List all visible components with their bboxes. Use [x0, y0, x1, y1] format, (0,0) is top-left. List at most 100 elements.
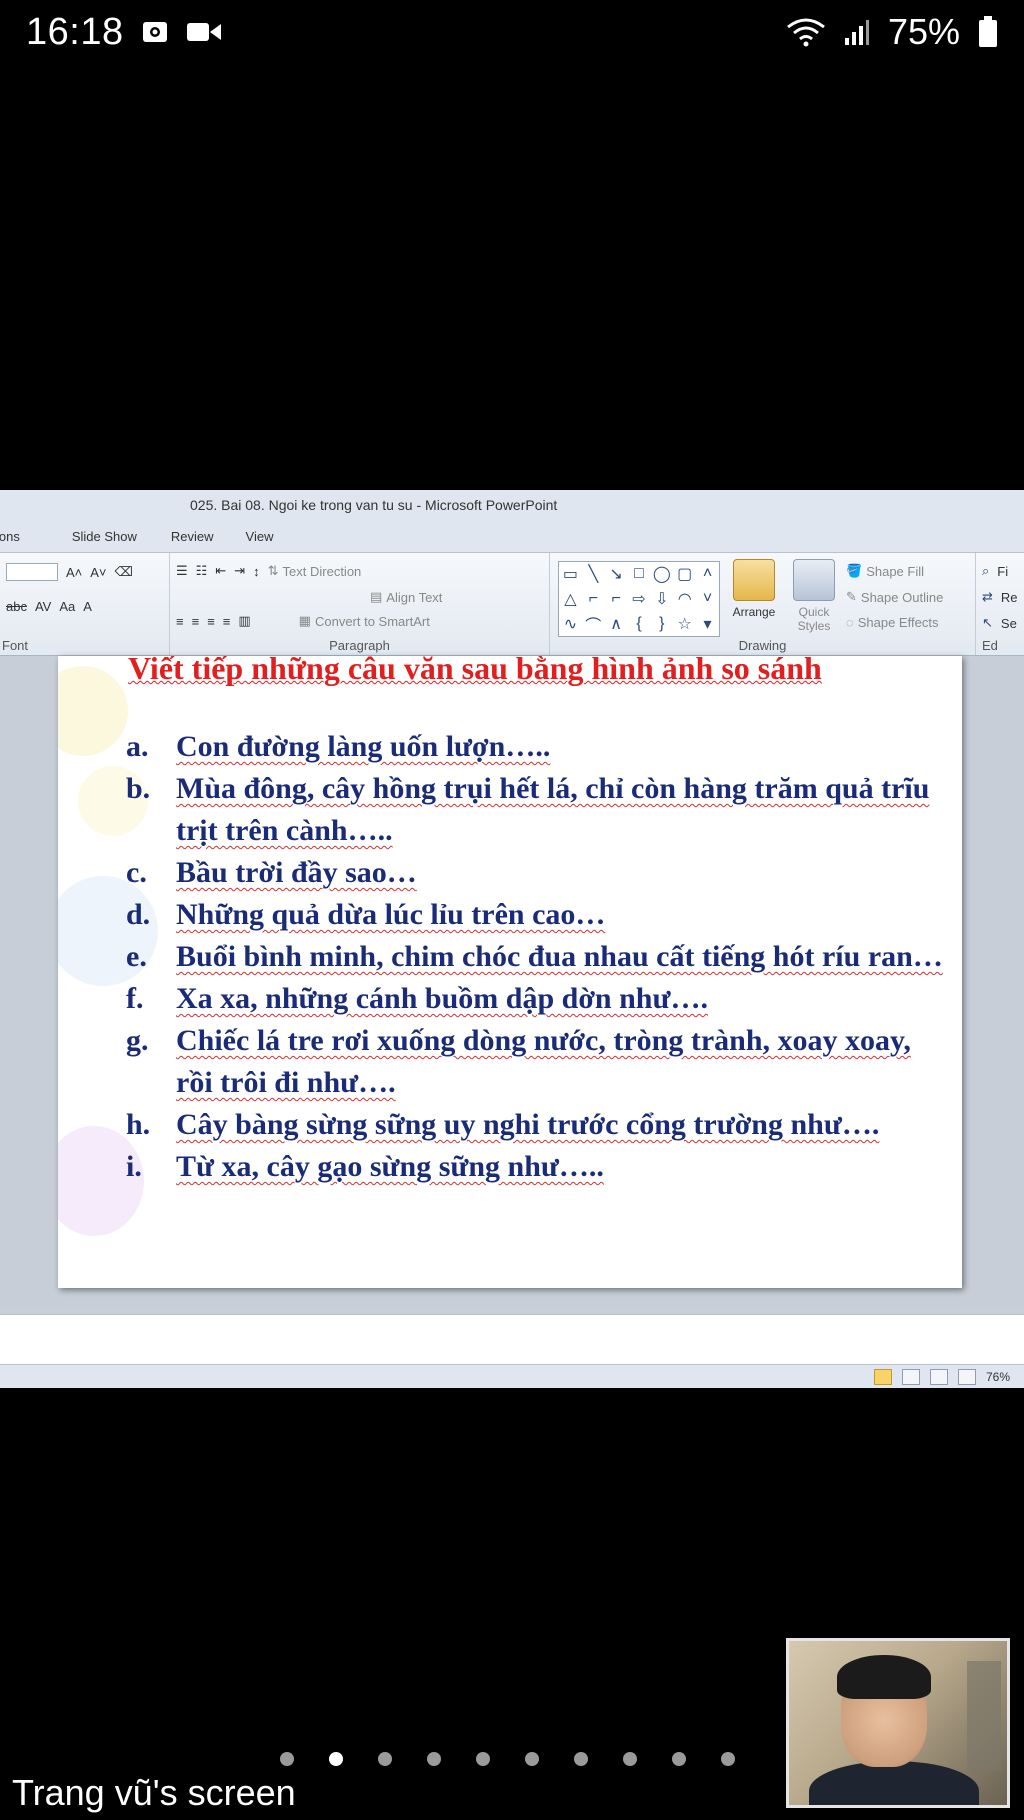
- change-case-icon[interactable]: Aa: [59, 599, 75, 614]
- screen-share-label: Trang vũ's screen: [12, 1772, 296, 1813]
- convert-smartart-button[interactable]: ▦ Convert to SmartArt: [299, 613, 430, 629]
- paragraph-group-label: Paragraph: [329, 638, 390, 653]
- participant-video-tile[interactable]: [786, 1638, 1010, 1808]
- tab-animations[interactable]: ions: [0, 529, 42, 544]
- align-text-button[interactable]: ▤ Align Text: [370, 589, 442, 605]
- strikethrough-icon[interactable]: abc: [6, 599, 27, 614]
- text-direction-button[interactable]: ⇅ Text Direction: [268, 563, 362, 579]
- shape-effects-button[interactable]: ◌ Shape Effects: [846, 615, 938, 630]
- replace-button[interactable]: Re: [1001, 590, 1018, 605]
- page-dot[interactable]: [280, 1752, 294, 1766]
- char-spacing-icon[interactable]: AV: [35, 599, 51, 614]
- slide[interactable]: Viết tiếp những câu văn sau bằng hình ản…: [58, 656, 962, 1288]
- notes-pane[interactable]: [0, 1314, 1024, 1365]
- gallery-more-icon[interactable]: ▾: [696, 614, 719, 634]
- ppt-ribbon-tabs: ions Slide Show Review View: [0, 520, 1024, 553]
- align-right-icon[interactable]: ≡: [207, 614, 215, 629]
- right-arrow-shape-icon[interactable]: ⇨: [628, 589, 651, 609]
- increase-indent-icon[interactable]: ⇥: [234, 563, 245, 579]
- reading-view-icon[interactable]: [929, 1368, 948, 1385]
- quick-styles-icon: [793, 559, 835, 601]
- slideshow-view-icon[interactable]: [957, 1368, 976, 1385]
- zoom-level[interactable]: 76%: [986, 1370, 1010, 1384]
- page-dot-active[interactable]: [329, 1752, 343, 1766]
- drawing-group: ▭ ╲ ↘ □ ◯ ▢ ˄ △ ⌐ ⌐ ⇨ ⇩ ◠ ˅ ∿ ⌒ ∧ {} ☆ …: [550, 553, 976, 655]
- font-group-label: Font: [2, 638, 29, 653]
- replace-icon[interactable]: ⇄: [982, 589, 993, 605]
- tab-review[interactable]: Review: [159, 529, 236, 544]
- gallery-scroll-up-icon[interactable]: ˄: [696, 565, 719, 583]
- oval-shape-icon[interactable]: ◯: [650, 564, 673, 584]
- elbow-shape-icon[interactable]: ⌐: [582, 590, 605, 608]
- editing-group-label: Ed: [982, 638, 998, 653]
- slide-sorter-view-icon[interactable]: [901, 1368, 920, 1385]
- text-direction-icon: ⇅: [267, 563, 279, 578]
- page-dot[interactable]: [623, 1752, 637, 1766]
- clear-format-icon[interactable]: ⌫: [115, 564, 133, 580]
- columns-icon[interactable]: ▥: [238, 613, 250, 629]
- arrange-button[interactable]: Arrange: [726, 559, 782, 619]
- arc-shape-icon[interactable]: ◠: [673, 589, 696, 609]
- arrow-shape-icon[interactable]: ↘: [605, 564, 628, 584]
- normal-view-icon[interactable]: [873, 1368, 892, 1385]
- pencil-icon: ✎: [846, 589, 857, 604]
- justify-icon[interactable]: ≡: [223, 614, 231, 629]
- rounded-rect-shape-icon[interactable]: ▢: [673, 564, 696, 584]
- numbering-icon[interactable]: ☷: [196, 563, 208, 579]
- shape-fill-button[interactable]: 🪣 Shape Fill: [846, 563, 924, 579]
- left-brace-shape-icon[interactable]: {: [628, 615, 651, 633]
- rectangle-shape-icon[interactable]: □: [628, 565, 651, 583]
- star-shape-icon[interactable]: ☆: [673, 614, 696, 634]
- find-button[interactable]: Fi: [997, 564, 1008, 579]
- list-item: f. Xa xa, những cánh buồm dập dờn như….: [126, 982, 708, 1015]
- page-dot[interactable]: [378, 1752, 392, 1766]
- triangle-shape-icon[interactable]: △: [559, 589, 582, 609]
- arrange-icon: [733, 559, 775, 601]
- tab-slide-show[interactable]: Slide Show: [42, 529, 159, 544]
- curve-shape-icon[interactable]: ∿: [559, 614, 582, 634]
- line-spacing-icon[interactable]: ↕: [253, 564, 260, 579]
- status-bar: 16:18 75%: [0, 0, 1024, 64]
- shapes-gallery[interactable]: ▭ ╲ ↘ □ ◯ ▢ ˄ △ ⌐ ⌐ ⇨ ⇩ ◠ ˅ ∿ ⌒ ∧ {} ☆ …: [558, 561, 720, 637]
- ppt-window-title: 025. Bai 08. Ngoi ke trong van tu su - M…: [190, 497, 558, 513]
- right-brace-shape-icon[interactable]: }: [650, 615, 673, 633]
- shrink-font-icon[interactable]: A˅: [90, 565, 106, 580]
- freeform-shape-icon[interactable]: ∧: [605, 614, 628, 634]
- font-size-box[interactable]: [6, 563, 58, 581]
- connector-shape-icon[interactable]: ⌐: [605, 590, 628, 608]
- align-left-icon[interactable]: ≡: [176, 614, 184, 629]
- page-dot[interactable]: [672, 1752, 686, 1766]
- gallery-scroll-down-icon[interactable]: ˅: [696, 590, 719, 608]
- screen-root: 16:18 75% 025. Bai 08. Ngoi ke trong van…: [0, 0, 1024, 1820]
- page-dot[interactable]: [574, 1752, 588, 1766]
- exercise-list: a. Con đường làng uốn lượn….. b. Mùa đông,…: [126, 726, 946, 1188]
- signal-icon: [844, 18, 870, 46]
- status-time: 16:18: [26, 10, 124, 53]
- paragraph-group: ☰ ☷ ⇤ ⇥ ↕ ⇅ Text Direction ▤ Align Text ≡ …: [170, 553, 550, 655]
- arc-line-shape-icon[interactable]: ⌒: [582, 612, 605, 636]
- decrease-indent-icon[interactable]: ⇤: [215, 563, 226, 579]
- quick-styles-button[interactable]: Quick Styles: [786, 559, 842, 633]
- select-button[interactable]: Se: [1001, 616, 1017, 631]
- textbox-shape-icon[interactable]: ▭: [559, 564, 582, 584]
- page-dot[interactable]: [721, 1752, 735, 1766]
- ppt-ribbon: A˄ A˅ ⌫ abc AV Aa A Font ☰ ☷ ⇤ ⇥ ↕ ⇅ Tex…: [0, 553, 1024, 656]
- line-shape-icon[interactable]: ╲: [582, 564, 605, 584]
- participant-hair: [837, 1655, 931, 1699]
- font-group: A˄ A˅ ⌫ abc AV Aa A Font: [0, 553, 170, 655]
- grow-font-icon[interactable]: A˄: [66, 565, 82, 580]
- page-dot[interactable]: [476, 1752, 490, 1766]
- align-center-icon[interactable]: ≡: [192, 614, 200, 629]
- drawing-group-label: Drawing: [738, 638, 787, 653]
- find-icon[interactable]: ⌕: [982, 563, 989, 579]
- ppt-status-bar: 76%: [0, 1364, 1024, 1388]
- down-arrow-shape-icon[interactable]: ⇩: [650, 589, 673, 609]
- battery-percent: 75%: [887, 11, 960, 52]
- select-icon[interactable]: ↖: [982, 615, 993, 631]
- shape-outline-button[interactable]: ✎ Shape Outline: [846, 589, 943, 605]
- page-dot[interactable]: [525, 1752, 539, 1766]
- font-color-icon[interactable]: A: [83, 599, 92, 614]
- tab-view[interactable]: View: [236, 529, 296, 544]
- page-dot[interactable]: [427, 1752, 441, 1766]
- bullets-icon[interactable]: ☰: [176, 563, 188, 579]
